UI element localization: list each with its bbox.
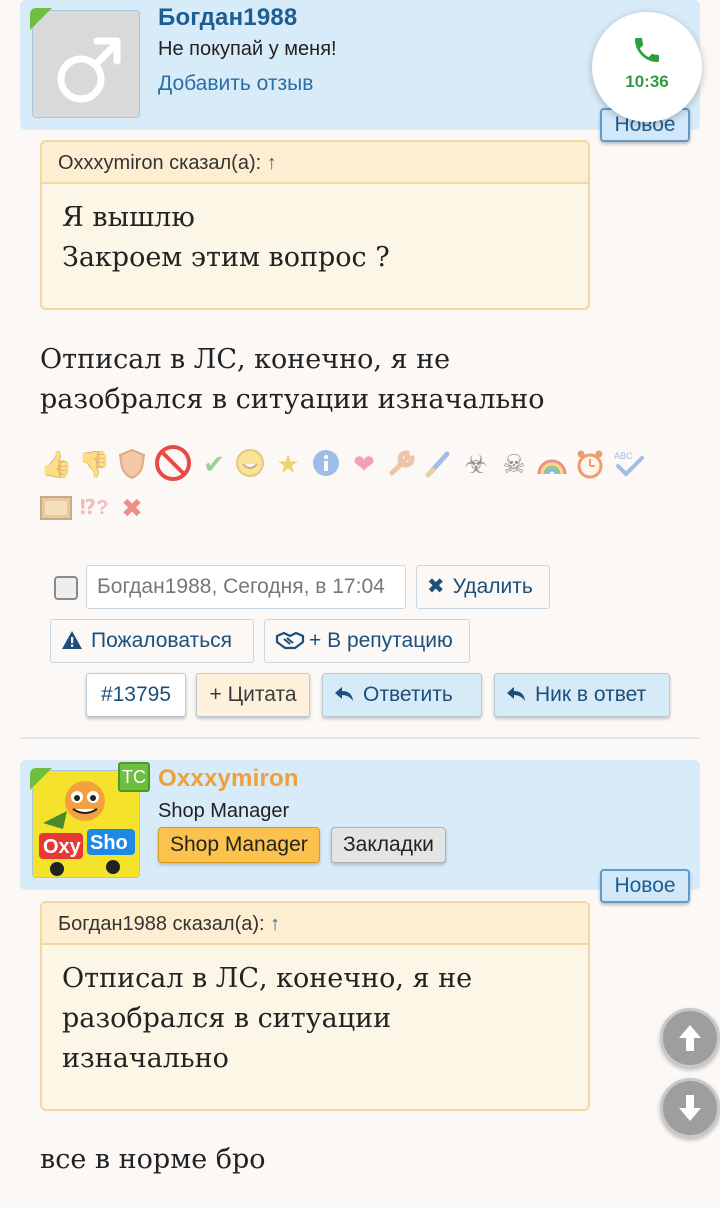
handshake-icon [275,620,305,662]
quote-line: Я вышлю [62,202,195,233]
dislike-icon[interactable]: 👎 [78,448,110,480]
reputation-label: + В репутацию [309,629,453,652]
message-line: Отписал в ЛС, конечно, я не [40,344,451,375]
shield-icon[interactable] [116,448,148,480]
brush-icon[interactable] [422,448,454,480]
post1-username[interactable]: Богдан1988 [158,4,297,32]
wrench-icon[interactable] [386,448,418,480]
alarm-clock-icon[interactable] [574,448,606,480]
post-number-link[interactable]: #13795 [86,673,186,717]
quote-header: Богдан1988 сказал(а): ↑ [42,903,588,945]
reply-button[interactable]: Ответить [322,673,482,717]
prohibited-icon[interactable] [154,444,191,481]
reply-arrow-icon [505,674,527,716]
biohazard-icon[interactable]: ☣ [460,448,492,480]
post-author-link[interactable]: Богдан1988 [97,575,211,598]
like-icon[interactable]: 👍 [40,448,72,480]
avatar-corner-marker [30,768,52,790]
scroll-down-button[interactable] [660,1078,720,1138]
quote-line: Закроем этим вопрос ? [62,242,390,273]
quote-body: Отписал в ЛС, конечно, я не разобрался в… [42,945,588,1093]
post2-username[interactable]: Oxxxymiron [158,765,299,793]
post1-quote: Oxxxymiron сказал(а): ↑ Я вышлю Закроем … [40,140,590,310]
post-meta: Богдан1988, Сегодня, в 17:04 [86,565,406,609]
report-label: Пожаловаться [91,629,233,652]
post2-message: все в норме бро [40,1144,266,1175]
quote-jump-arrow[interactable]: ↑ [270,913,280,935]
info-icon[interactable] [310,448,342,480]
reputation-button[interactable]: + В репутацию [264,619,470,663]
scroll-up-button[interactable] [660,1008,720,1068]
warning-icon [61,620,83,662]
shop-manager-button[interactable]: Shop Manager [158,827,320,863]
reply-label: Ответить [363,683,453,706]
quote-line: изначально [62,1043,229,1074]
arrow-down-icon [679,1095,701,1121]
select-post-checkbox[interactable] [54,576,78,600]
bookmarks-button[interactable]: Закладки [331,827,446,863]
svg-text:ABC: ABC [614,451,633,461]
call-time: 10:36 [625,72,669,91]
reaction-bar: 👍 👎 ✔ ★ ❤ ☣ ☠ ABC ⁉? ✖ [40,445,660,528]
delete-cross-icon: ✖ [427,575,445,598]
rainbow-icon[interactable] [536,448,568,480]
check-icon[interactable]: ✔ [198,448,230,480]
svg-text:Sho: Sho [90,832,128,854]
avatar-corner-marker [30,8,52,30]
reply-arrow-icon [333,674,355,716]
skull-icon[interactable]: ☠ [498,448,530,480]
report-button[interactable]: Пожаловаться [50,619,254,663]
message-line: разобрался в ситуации изначально [40,384,545,415]
red-cross-icon[interactable]: ✖ [116,492,148,524]
call-bubble[interactable]: 10:36 [592,12,702,122]
quote-line: разобрался в ситуации [62,1003,392,1034]
post1-user-title: Не покупай у меня! [158,38,337,60]
phone-icon [635,38,659,62]
question-marks-icon[interactable]: ⁉? [78,492,110,524]
quote-header: Oxxxymiron сказал(а): ↑ [42,142,588,184]
post2-quote: Богдан1988 сказал(а): ↑ Отписал в ЛС, ко… [40,901,590,1111]
post2-new-badge: Новое [600,869,690,903]
topic-starter-badge: ТС [118,762,150,792]
heart-icon[interactable]: ❤ [348,448,380,480]
post2-user-title: Shop Manager [158,800,290,822]
abc-check-icon[interactable]: ABC [612,448,644,480]
quote-jump-arrow[interactable]: ↑ [267,152,277,174]
add-review-link[interactable]: Добавить отзыв [158,72,313,96]
post-date: , Сегодня, в 17:04 [211,575,385,598]
quote-author: Богдан1988 сказал(а): [58,913,265,935]
post-divider [20,737,700,739]
quote-line: Отписал в ЛС, конечно, я не [62,963,473,994]
delete-button[interactable]: ✖ Удалить [416,565,550,609]
nick-reply-label: Ник в ответ [535,683,647,706]
post1-message: Отписал в ЛС, конечно, я не разобрался в… [40,340,545,420]
quote-author: Oxxxymiron сказал(а): [58,152,262,174]
arrow-up-icon [679,1025,701,1051]
svg-text:Oxy: Oxy [43,836,82,858]
quote-button[interactable]: + Цитата [196,673,310,717]
star-medal-icon[interactable]: ★ [272,448,304,480]
smile-icon[interactable] [234,448,266,480]
nick-reply-button[interactable]: Ник в ответ [494,673,670,717]
delete-label: Удалить [452,575,533,598]
quote-body: Я вышлю Закроем этим вопрос ? [42,184,588,292]
archive-box-icon[interactable] [40,492,72,524]
